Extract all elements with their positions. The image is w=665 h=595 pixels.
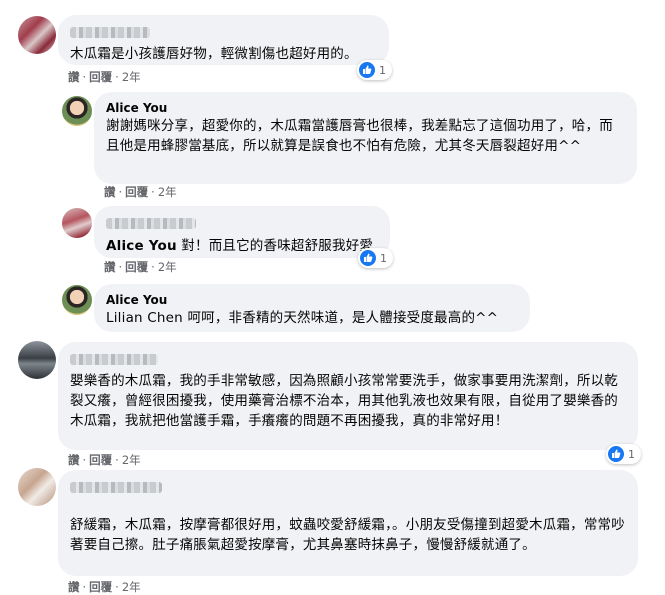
comment-actions: 讚 · 回覆 · 2年	[104, 185, 177, 199]
blurred-author-name[interactable]	[106, 214, 378, 233]
avatar[interactable]	[62, 96, 92, 126]
reaction-count[interactable]: 1	[606, 444, 641, 464]
like-button[interactable]: 讚	[68, 70, 80, 84]
comment-actions: 讚 · 回覆 · 2年	[68, 453, 141, 467]
comment-actions: 讚 · 回覆 · 2年	[68, 70, 141, 84]
like-button[interactable]: 讚	[68, 453, 80, 467]
blurred-author-name[interactable]	[70, 23, 377, 42]
avatar[interactable]	[62, 208, 92, 238]
like-button[interactable]: 讚	[68, 580, 80, 594]
comment-text: 謝謝媽咪分享，超愛你的，木瓜霜當護唇膏也很棒，我差點忘了這個功用了，哈，而且他是…	[106, 118, 613, 154]
blurred-author-name[interactable]	[70, 350, 626, 369]
comment-text: Lilian Chen 呵呵，非香精的天然味道，是人體接受度最高的^^	[106, 308, 518, 328]
avatar[interactable]	[18, 468, 56, 506]
comment-actions: 讚 · 回覆 · 2年	[104, 260, 177, 274]
reply-button[interactable]: 回覆	[89, 580, 112, 594]
timestamp[interactable]: 2年	[122, 580, 141, 594]
comment-bubble: Alice You 謝謝媽咪分享，超愛你的，木瓜霜當護唇膏也很棒，我差點忘了這個…	[94, 92, 637, 184]
author-name[interactable]: Alice You	[106, 292, 518, 308]
blurred-author-name[interactable]	[70, 478, 626, 497]
comment-text: 木瓜霜是小孩護唇好物，輕微割傷也超好用的。	[70, 46, 358, 62]
avatar[interactable]	[18, 16, 56, 54]
comment-bubble: 嬰樂香的木瓜霜，我的手非常敏感，因為照顧小孩常常要洗手，做家事要用洗潔劑，所以乾…	[58, 342, 638, 450]
mention-tag[interactable]: Lilian Chen	[106, 310, 183, 326]
reply-button[interactable]: 回覆	[89, 70, 112, 84]
comment-text: 舒緩霜，木瓜霜，按摩膏都很好用，蚊蟲咬愛舒緩霜，。小朋友受傷撞到超愛木瓜霜，常常…	[70, 517, 625, 553]
timestamp[interactable]: 2年	[158, 260, 177, 274]
reply-button[interactable]: 回覆	[125, 185, 148, 199]
comment-bubble: 木瓜霜是小孩護唇好物，輕微割傷也超好用的。	[58, 15, 389, 65]
timestamp[interactable]: 2年	[122, 453, 141, 467]
comment-text: 嬰樂香的木瓜霜，我的手非常敏感，因為照顧小孩常常要洗手，做家事要用洗潔劑，所以乾…	[70, 373, 618, 429]
reply-button[interactable]: 回覆	[125, 260, 148, 274]
reaction-number: 1	[380, 251, 387, 265]
avatar[interactable]	[18, 341, 56, 379]
avatar[interactable]	[62, 285, 92, 315]
comment-text: Alice You 對！而且它的香味超舒服我好愛	[106, 236, 378, 256]
mention-tag[interactable]: Alice You	[106, 238, 177, 254]
reaction-number: 1	[628, 447, 635, 461]
timestamp[interactable]: 2年	[158, 185, 177, 199]
comment-body: 呵呵，非香精的天然味道，是人體接受度最高的^^	[187, 310, 499, 326]
like-icon	[359, 62, 375, 78]
author-name[interactable]: Alice You	[106, 100, 625, 116]
like-button[interactable]: 讚	[104, 260, 116, 274]
comment-body: 對！而且它的香味超舒服我好愛	[181, 238, 374, 254]
timestamp[interactable]: 2年	[122, 70, 141, 84]
reaction-count[interactable]: 1	[357, 60, 392, 80]
reaction-count[interactable]: 1	[358, 248, 393, 268]
like-button[interactable]: 讚	[104, 185, 116, 199]
comment-bubble: 舒緩霜，木瓜霜，按摩膏都很好用，蚊蟲咬愛舒緩霜，。小朋友受傷撞到超愛木瓜霜，常常…	[58, 470, 638, 576]
comment-bubble: Alice You Lilian Chen 呵呵，非香精的天然味道，是人體接受度…	[94, 284, 530, 332]
reply-button[interactable]: 回覆	[89, 453, 112, 467]
reaction-number: 1	[379, 63, 386, 77]
like-icon	[608, 446, 624, 462]
comment-actions: 讚 · 回覆 · 2年	[68, 580, 141, 594]
like-icon	[360, 250, 376, 266]
comment-bubble: Alice You 對！而且它的香味超舒服我好愛	[94, 206, 390, 258]
